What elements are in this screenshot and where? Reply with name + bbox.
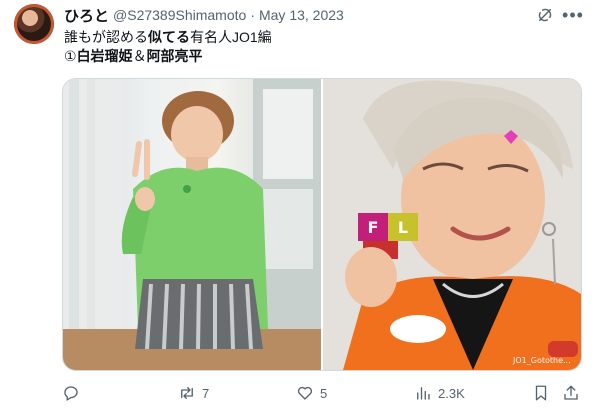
views-icon (417, 387, 430, 400)
letter-block-f: F (358, 213, 388, 241)
post-text: 誰もが認める似てる有名人JO1編 ①白岩瑠姫＆阿部亮平 (64, 28, 584, 66)
post-header: ひろと @S27389Shimamoto · May 13, 2023 (64, 5, 344, 26)
reply-icon (64, 386, 78, 401)
post-date[interactable]: May 13, 2023 (259, 7, 344, 23)
media-image-right[interactable]: F L JO1_Gotothe... (323, 79, 581, 370)
retweet-icon (181, 387, 193, 399)
svg-text:F: F (368, 218, 379, 237)
display-name[interactable]: ひろと (64, 5, 109, 26)
grok-icon[interactable] (536, 6, 554, 24)
media-image-left[interactable] (63, 79, 321, 370)
svg-text:L: L (398, 218, 408, 237)
like-button[interactable]: 5 (296, 384, 327, 402)
post-text-line1: 誰もが認める似てる有名人JO1編 (64, 29, 272, 45)
views-count: 2.3K (438, 385, 465, 401)
retweet-count: 7 (202, 385, 210, 401)
bookmark-button[interactable] (532, 384, 550, 402)
letter-block-l: L (388, 213, 418, 241)
action-bar: 7 5 2.3K (62, 382, 584, 404)
separator: · (250, 7, 255, 23)
like-count: 5 (320, 385, 328, 401)
watermark: JO1_Gotothe... (512, 356, 571, 365)
heart-icon (297, 386, 313, 400)
user-handle[interactable]: @S27389Shimamoto (113, 7, 246, 23)
views-button[interactable]: 2.3K (414, 384, 465, 402)
reply-button[interactable] (62, 384, 86, 402)
share-button[interactable] (562, 384, 580, 402)
more-options-icon[interactable]: ••• (562, 5, 583, 25)
bookmark-icon (535, 385, 547, 401)
post-text-line2: ①白岩瑠姫＆阿部亮平 (64, 48, 203, 64)
share-icon (564, 385, 578, 400)
retweet-button[interactable]: 7 (178, 384, 209, 402)
avatar[interactable] (14, 4, 54, 44)
post-media[interactable]: F L JO1_Gotothe... (62, 78, 582, 371)
